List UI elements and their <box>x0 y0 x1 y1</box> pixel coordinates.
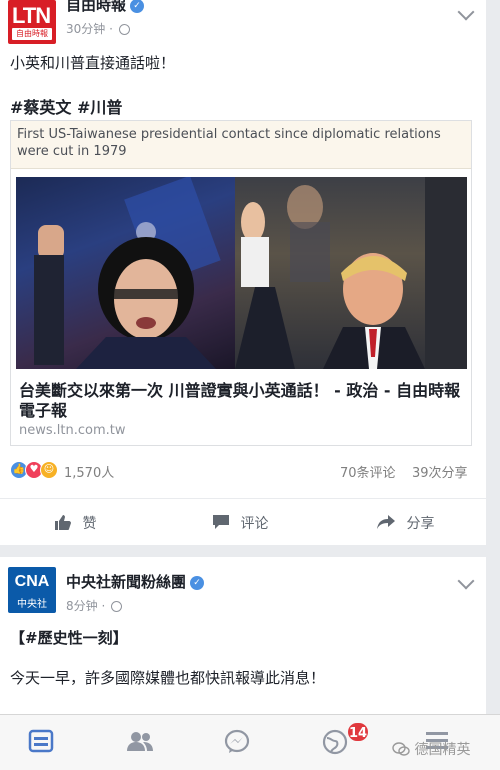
reaction-count[interactable]: 1,570人 <box>64 462 114 481</box>
share-arrow-icon <box>377 515 395 529</box>
post-time-text[interactable]: 30分钟 · <box>66 22 113 36</box>
post-message: 小英和川普直接通話啦！ <box>10 54 176 72</box>
share-button[interactable]: 分享 <box>376 513 434 533</box>
thumbs-up-icon <box>55 515 71 530</box>
public-globe-icon <box>111 601 123 612</box>
page-avatar-cna[interactable]: CNA 中央社 <box>8 567 56 613</box>
comment-bubble-icon <box>213 515 229 529</box>
comment-label: 评论 <box>240 516 269 532</box>
post-action-bar: 赞 评论 分享 <box>0 498 486 544</box>
tab-friends[interactable] <box>126 729 153 753</box>
globe-notifications-icon <box>322 729 348 755</box>
post-message: 今天一早，許多國際媒體也都快訊報導此消息！ <box>10 669 326 687</box>
logo-text: CNA <box>14 573 50 590</box>
page-avatar-ltn[interactable]: LTN 自由時報 <box>8 0 56 44</box>
post-options-chevron-icon[interactable] <box>457 572 475 590</box>
share-label: 分享 <box>406 516 435 532</box>
post-timestamp[interactable]: 30分钟 · <box>66 20 130 37</box>
post-hashtags[interactable]: #蔡英文 #川普 <box>10 94 122 118</box>
share-count[interactable]: 39次分享 <box>412 462 468 481</box>
post-stats: 👍 ♥ ☺ 1,570人 70条评论 39次分享 <box>0 458 486 484</box>
notifications-badge[interactable]: 14 <box>346 721 370 743</box>
page-name-text[interactable]: 中央社新聞粉絲團 <box>66 573 186 591</box>
page-name[interactable]: 中央社新聞粉絲團 ✓ <box>66 571 205 592</box>
like-button[interactable]: 赞 <box>54 513 96 533</box>
post-hashtag[interactable]: 【#歷史性一刻】 <box>10 627 128 648</box>
feed-post-ltn: LTN 自由時報 自由時報 ✓ 30分钟 · 小英和川普直接通話啦！ #蔡英文 #… <box>0 0 486 545</box>
link-preview-card[interactable]: First US-Taiwanese presidential contact … <box>10 120 472 446</box>
comment-count[interactable]: 70条评论 <box>340 462 396 481</box>
like-label: 赞 <box>82 516 97 532</box>
logo-subtext: 中央社 <box>17 599 47 610</box>
post-timestamp[interactable]: 8分钟 · <box>66 597 123 614</box>
public-globe-icon <box>118 24 130 35</box>
woman-photo-illustration <box>34 177 221 369</box>
man-photo-illustration <box>235 177 467 369</box>
watermark: 德国精英 <box>392 739 470 759</box>
page-name[interactable]: 自由時報 ✓ <box>66 0 145 15</box>
page-name-text[interactable]: 自由時報 <box>66 0 126 14</box>
post-time-text[interactable]: 8分钟 · <box>66 599 105 613</box>
card-image-caption: First US-Taiwanese presidential contact … <box>11 121 471 169</box>
post-header: LTN 自由時報 自由時報 ✓ 30分钟 · <box>0 0 486 50</box>
messenger-icon <box>224 729 250 753</box>
logo-subtext: 自由時報 <box>12 28 52 40</box>
tab-messenger[interactable] <box>224 729 250 753</box>
post-options-chevron-icon[interactable] <box>457 3 475 21</box>
facebook-feed: LTN 自由時報 自由時報 ✓ 30分钟 · 小英和川普直接通話啦！ #蔡英文 #… <box>0 0 500 770</box>
card-headline[interactable]: 台美斷交以來第一次 川普證實與小英通話！ - 政治 - 自由時報電子報 <box>19 381 464 421</box>
verified-badge-icon: ✓ <box>130 0 145 13</box>
feed-post-cna: CNA 中央社 中央社新聞粉絲團 ✓ 8分钟 · 【#歷史性一刻】 今天一早，許多… <box>0 557 486 717</box>
friends-icon <box>127 732 153 751</box>
comment-button[interactable]: 评论 <box>212 513 268 533</box>
haha-reaction-icon: ☺ <box>40 461 58 479</box>
wechat-icon <box>392 742 410 756</box>
card-domain: news.ltn.com.tw <box>19 423 126 438</box>
news-feed-icon <box>28 729 54 753</box>
card-photo-left <box>16 177 235 369</box>
verified-badge-icon: ✓ <box>190 575 205 590</box>
card-photo-right <box>235 177 467 369</box>
watermark-text: 德国精英 <box>414 742 471 758</box>
logo-text: LTN <box>12 3 51 28</box>
tab-news-feed[interactable] <box>28 729 54 753</box>
tab-notifications[interactable] <box>322 729 348 755</box>
